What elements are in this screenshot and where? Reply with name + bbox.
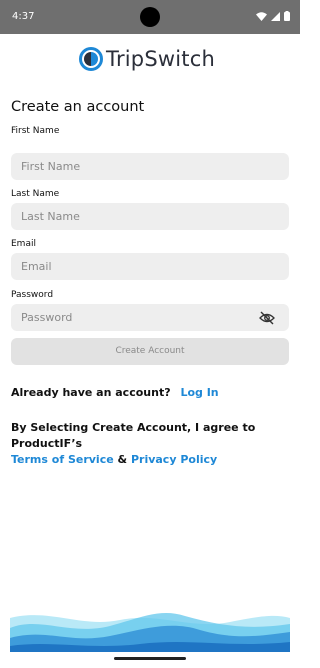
first-name-label: First Name xyxy=(11,126,60,136)
status-time: 4:37 xyxy=(12,11,35,22)
eye-off-icon[interactable] xyxy=(259,310,275,326)
email-label: Email xyxy=(11,239,36,249)
brand-name: TripSwitch xyxy=(106,47,215,71)
home-indicator[interactable] xyxy=(114,657,186,660)
battery-icon xyxy=(284,11,290,21)
email-input[interactable] xyxy=(11,253,289,280)
signal-icon xyxy=(271,11,280,21)
login-link[interactable]: Log In xyxy=(180,386,218,399)
last-name-input[interactable] xyxy=(11,203,289,230)
wifi-icon xyxy=(256,11,267,21)
brand-logo: TripSwitch xyxy=(79,44,229,74)
status-bar: 4:37 xyxy=(0,0,300,34)
last-name-label: Last Name xyxy=(11,189,60,199)
tripswitch-logo-icon xyxy=(79,47,103,71)
page-title: Create an account xyxy=(11,99,145,115)
password-field[interactable] xyxy=(11,304,289,331)
wave-decoration xyxy=(10,613,290,652)
signin-row: Already have an account? Log In xyxy=(11,386,219,399)
password-input[interactable] xyxy=(11,304,289,331)
terms-of-service-link[interactable]: Terms of Service xyxy=(11,453,114,466)
email-field[interactable] xyxy=(11,253,289,280)
first-name-field[interactable] xyxy=(11,153,289,180)
last-name-field[interactable] xyxy=(11,203,289,230)
terms-text: By Selecting Create Account, I agree to … xyxy=(11,421,256,450)
terms-notice: By Selecting Create Account, I agree to … xyxy=(11,420,296,468)
password-label: Password xyxy=(11,290,54,300)
first-name-input[interactable] xyxy=(11,153,289,180)
terms-and: & xyxy=(117,453,128,466)
camera-cutout xyxy=(140,7,160,27)
signin-prompt: Already have an account? xyxy=(11,386,171,399)
privacy-policy-link[interactable]: Privacy Policy xyxy=(131,453,217,466)
create-account-button[interactable]: Create Account xyxy=(11,338,289,365)
status-icons xyxy=(256,11,290,21)
